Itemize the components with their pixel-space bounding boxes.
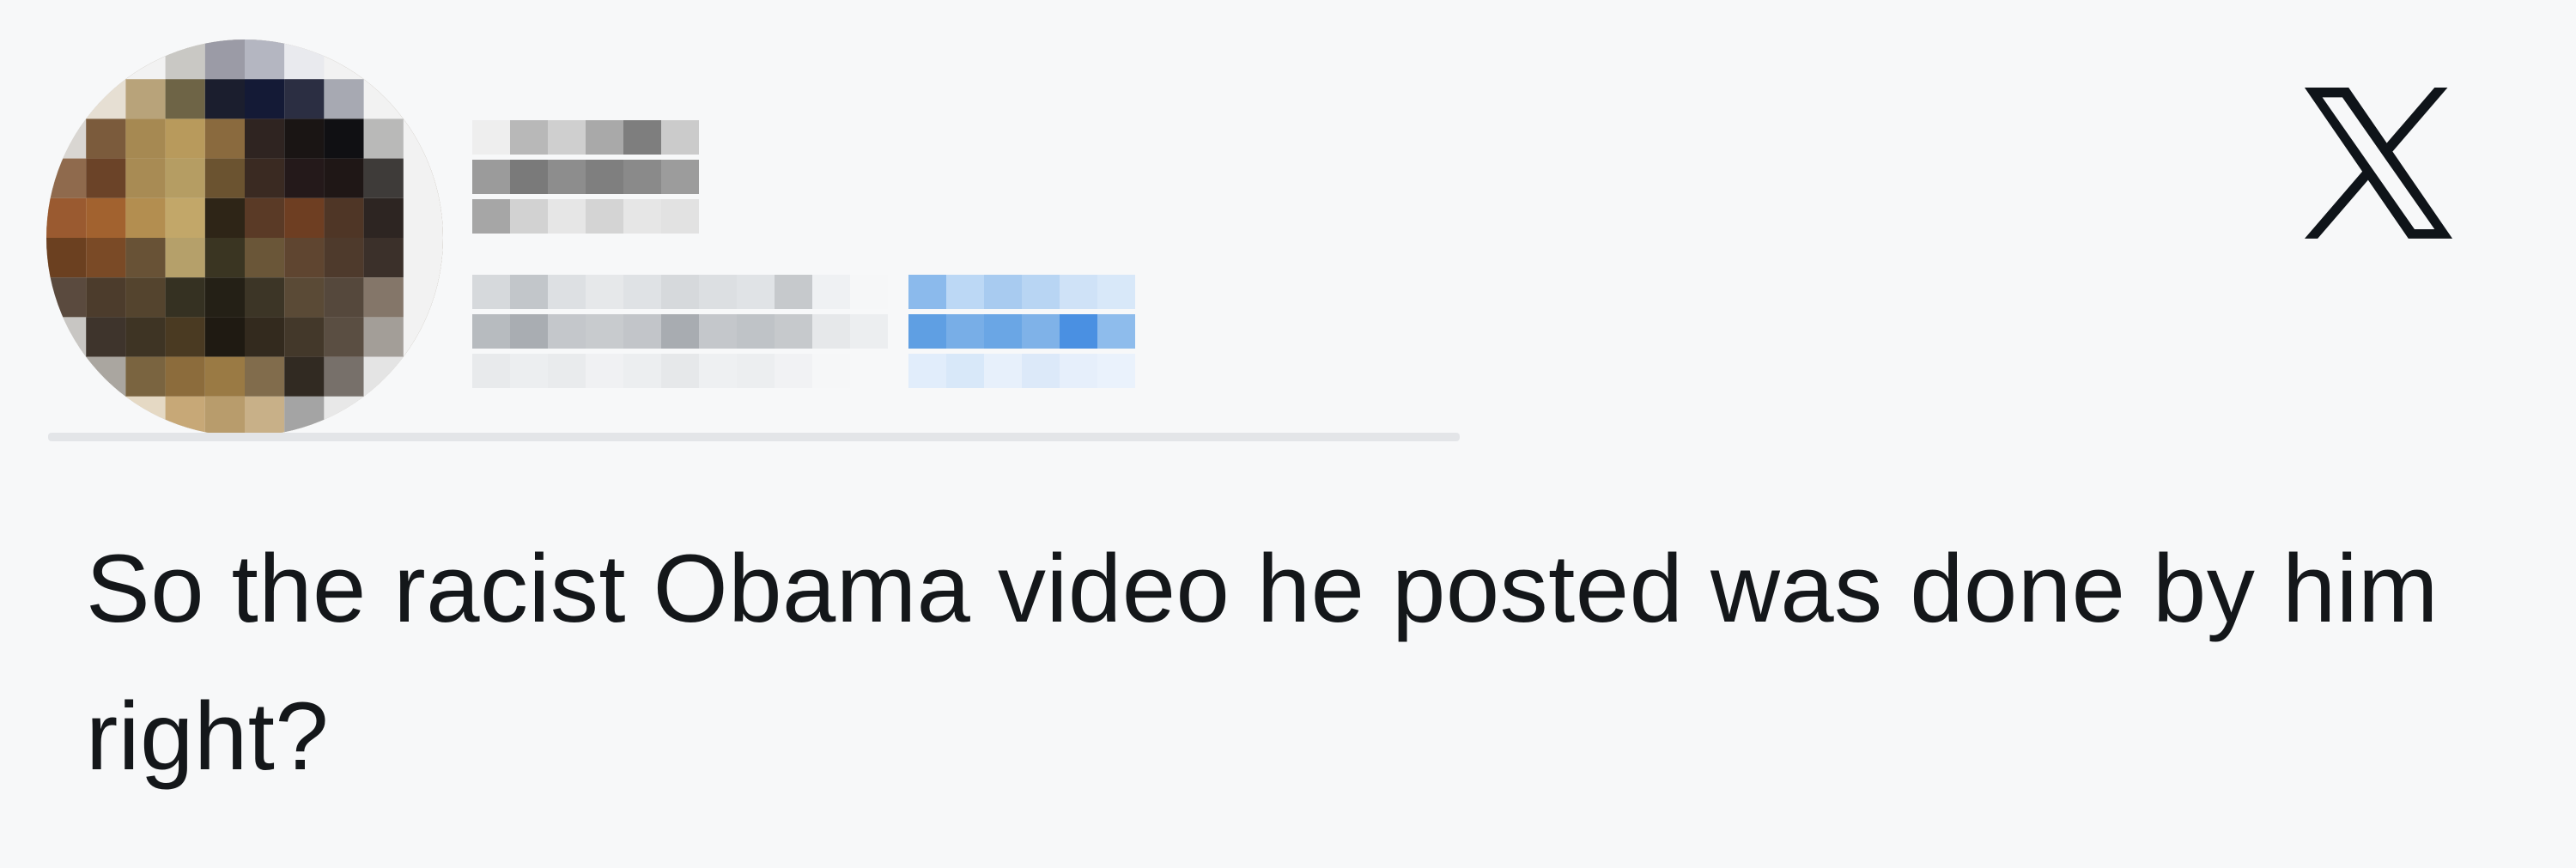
- redacted-display-name-row-2: [472, 160, 699, 194]
- redacted-display-name-row-3: [472, 199, 699, 234]
- avatar-image: [46, 39, 443, 436]
- author-identity[interactable]: [472, 120, 1417, 395]
- avatar[interactable]: [46, 39, 443, 436]
- post-card: So the racist Obama video he posted was …: [0, 0, 2576, 868]
- header-divider: [48, 433, 1460, 441]
- redacted-handle-row-1: [472, 275, 1135, 309]
- redacted-handle-row-3: [472, 354, 1135, 388]
- post-body-text: So the racist Obama video he posted was …: [86, 535, 2439, 790]
- post-header: [0, 0, 2576, 446]
- x-close-icon: [2304, 88, 2453, 239]
- x-close-button[interactable]: [2284, 77, 2473, 249]
- redacted-display-name-row-1: [472, 120, 699, 155]
- redacted-handle-row-2: [472, 314, 1135, 349]
